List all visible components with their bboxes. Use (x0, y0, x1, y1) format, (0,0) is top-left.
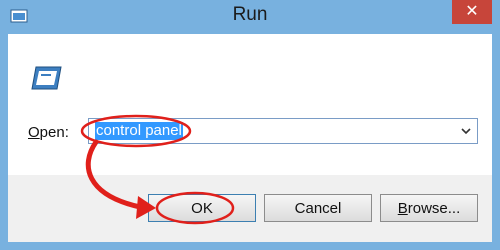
open-label: Open: (28, 124, 69, 141)
dialog-content: Open: control panel (8, 34, 492, 175)
cancel-button-label: Cancel (294, 199, 342, 217)
browse-mnemonic: B (397, 199, 408, 217)
window-title: Run (232, 4, 268, 25)
browse-button[interactable]: Browse... (380, 194, 478, 222)
browse-button-label: Browse... (398, 200, 461, 217)
ok-button-label: OK (191, 199, 213, 217)
open-label-rest: pen: (39, 124, 69, 141)
dropdown-arrow-icon[interactable] (458, 122, 474, 140)
run-dialog: Run ✕ Open: control panel OK Cancel Brow… (0, 0, 500, 250)
title-bar[interactable]: Run ✕ (0, 0, 500, 34)
open-combobox[interactable]: control panel (88, 118, 478, 144)
combo-value[interactable]: control panel (95, 122, 183, 140)
open-label-mnemonic: O (28, 124, 40, 141)
close-button[interactable]: ✕ (452, 0, 492, 24)
close-icon: ✕ (465, 3, 479, 20)
cancel-button[interactable]: Cancel (264, 194, 372, 222)
run-icon (30, 64, 62, 92)
button-bar: OK Cancel Browse... (8, 175, 492, 242)
browse-rest: rowse... (407, 199, 461, 217)
ok-button[interactable]: OK (148, 194, 256, 222)
